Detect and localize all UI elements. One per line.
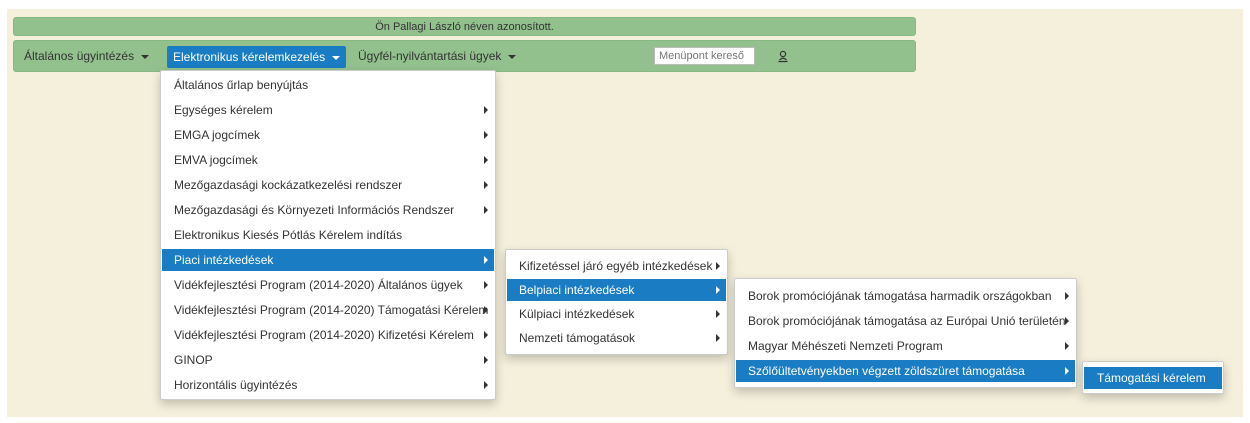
caret-right-icon <box>1065 342 1069 350</box>
menu-item-nemzeti-tamogatasok[interactable]: Nemzeti támogatások <box>507 327 726 349</box>
auth-banner-text: Ön Pallagi László néven azonosított. <box>375 21 554 33</box>
caret-right-icon <box>484 206 488 214</box>
nav-item-label: Elektronikus kérelemkezelés <box>173 50 326 64</box>
nav-ugyfel-nyilvantartasi-ugyek[interactable]: Ügyfél-nyilvántartási ügyek <box>358 41 517 71</box>
caret-right-icon <box>484 381 488 389</box>
caret-right-icon <box>484 181 488 189</box>
caret-right-icon <box>484 106 488 114</box>
menu-item-borok-eu[interactable]: Borok promóciójának támogatása az Európa… <box>736 310 1075 332</box>
menu-item-ginop[interactable]: GINOP <box>162 349 494 371</box>
menu-item-emga-jogcimek[interactable]: EMGA jogcímek <box>162 124 494 146</box>
nav-item-label: Ügyfél-nyilvántartási ügyek <box>358 49 502 63</box>
menu-item-vp-kifizetesi[interactable]: Vidékfejlesztési Program (2014-2020) Kif… <box>162 324 494 346</box>
menu-item-vp-altalanos[interactable]: Vidékfejlesztési Program (2014-2020) Ált… <box>162 274 494 296</box>
caret-right-icon <box>1065 367 1069 375</box>
menu-item-emva-jogcimek[interactable]: EMVA jogcímek <box>162 149 494 171</box>
menu-item-kir[interactable]: Mezőgazdasági és Környezeti Információs … <box>162 199 494 221</box>
caret-right-icon <box>484 256 488 264</box>
caret-right-icon <box>484 156 488 164</box>
auth-banner: Ön Pallagi László néven azonosított. <box>13 17 916 36</box>
caret-right-icon <box>484 131 488 139</box>
caret-right-icon <box>716 334 720 342</box>
menu-item-kifizetessel-jaro[interactable]: Kifizetéssel járó egyéb intézkedések <box>507 255 726 277</box>
menu-item-piaci-intezkedesek[interactable]: Piaci intézkedések <box>162 249 494 271</box>
menu-item-horizontalis[interactable]: Horizontális ügyintézés <box>162 374 494 396</box>
caret-right-icon <box>484 331 488 339</box>
menu-item-vp-tamogatasi[interactable]: Vidékfejlesztési Program (2014-2020) Tám… <box>162 299 494 321</box>
menu-item-tamogatasi-kerelem[interactable]: Támogatási kérelem <box>1084 367 1222 389</box>
dropdown-menu-level1: Általános űrlap benyújtás Egységes kérel… <box>160 70 496 400</box>
caret-down-icon <box>508 54 517 59</box>
nav-altalanos-ugyintezes[interactable]: Általános ügyintézés <box>24 41 150 71</box>
menu-item-meheszeti[interactable]: Magyar Méhészeti Nemzeti Program <box>736 335 1075 357</box>
menu-item-belpiaci[interactable]: Belpiaci intézkedések <box>507 279 726 301</box>
caret-down-icon <box>332 55 341 60</box>
nav-elektronikus-kerelemkezeles[interactable]: Elektronikus kérelemkezelés <box>167 46 347 68</box>
menu-item-altalanos-urlap[interactable]: Általános űrlap benyújtás <box>162 74 494 96</box>
dropdown-menu-level2: Kifizetéssel járó egyéb intézkedések Bel… <box>505 249 728 355</box>
menu-item-kockazatkezelesi[interactable]: Mezőgazdasági kockázatkezelési rendszer <box>162 174 494 196</box>
caret-right-icon <box>1065 292 1069 300</box>
caret-right-icon <box>716 286 720 294</box>
menu-search-input[interactable] <box>654 47 755 65</box>
caret-right-icon <box>484 306 488 314</box>
user-icon[interactable] <box>776 49 790 63</box>
menu-item-kieses-potlas[interactable]: Elektronikus Kiesés Pótlás Kérelem indít… <box>162 224 494 246</box>
menu-item-kulpiaci[interactable]: Külpiaci intézkedések <box>507 303 726 325</box>
caret-down-icon <box>141 54 150 59</box>
dropdown-menu-level4: Támogatási kérelem <box>1082 361 1224 394</box>
caret-right-icon <box>484 356 488 364</box>
caret-right-icon <box>716 310 720 318</box>
menu-item-borok-harmadik[interactable]: Borok promóciójának támogatása harmadik … <box>736 285 1075 307</box>
caret-right-icon <box>716 262 720 270</box>
dropdown-menu-level3: Borok promóciójának támogatása harmadik … <box>734 278 1077 388</box>
menu-item-egyseges-kerelem[interactable]: Egységes kérelem <box>162 99 494 121</box>
nav-item-label: Általános ügyintézés <box>24 49 135 63</box>
main-navbar: Általános ügyintézés Elektronikus kérele… <box>13 40 916 72</box>
menu-item-zoldszuret[interactable]: Szőlőültetvényekben végzett zöldszüret t… <box>736 360 1075 382</box>
caret-right-icon <box>1065 317 1069 325</box>
caret-right-icon <box>484 281 488 289</box>
